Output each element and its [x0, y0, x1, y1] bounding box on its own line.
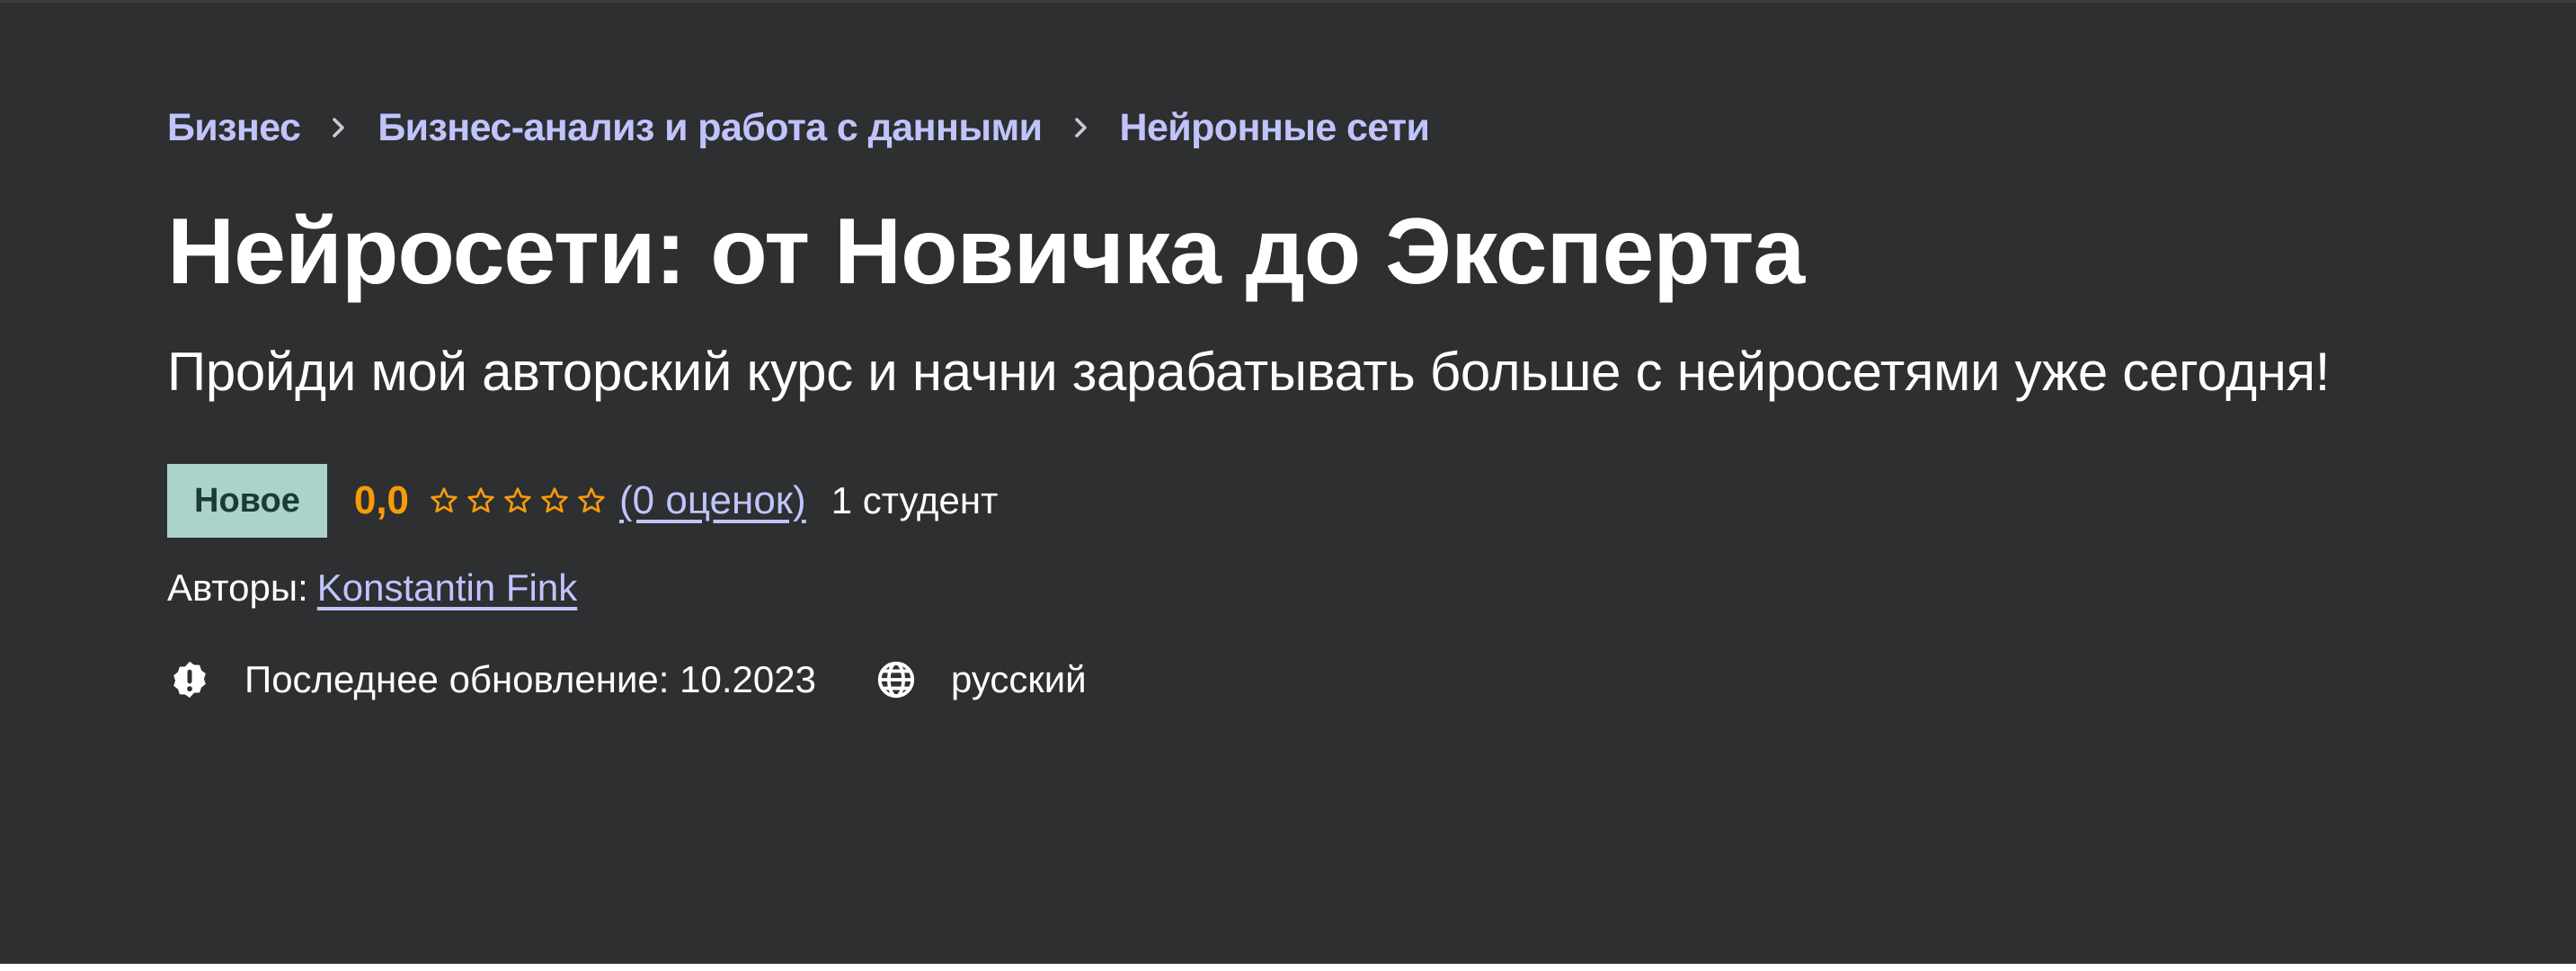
star-outline-icon	[431, 487, 457, 513]
star-outline-icon	[467, 487, 494, 513]
ratings-count-link[interactable]: (0 оценок)	[619, 478, 806, 523]
breadcrumb-item-business[interactable]: Бизнес	[167, 106, 301, 150]
alert-badge-icon	[167, 657, 212, 702]
chevron-right-icon	[300, 101, 378, 155]
star-outline-icon	[504, 487, 531, 513]
course-header: Бизнес Бизнес-анализ и работа с данными …	[0, 0, 2576, 964]
meta-row: Последнее обновление: 10.2023 русский	[167, 653, 2468, 707]
new-badge: Новое	[167, 464, 327, 538]
course-language: русский	[950, 658, 1087, 700]
authors-row: Авторы: Konstantin Fink	[167, 563, 2468, 613]
breadcrumb: Бизнес Бизнес-анализ и работа с данными …	[167, 101, 2468, 155]
star-outline-icon	[578, 487, 605, 513]
top-divider	[0, 0, 2576, 3]
students-count: 1 студент	[831, 479, 999, 521]
authors-label: Авторы:	[167, 566, 308, 609]
course-title: Нейросети: от Новичка до Эксперта	[167, 200, 1805, 304]
breadcrumb-item-neural-networks[interactable]: Нейронные сети	[1120, 106, 1430, 150]
breadcrumb-item-business-analytics[interactable]: Бизнес-анализ и работа с данными	[378, 106, 1043, 150]
course-header-content: Бизнес Бизнес-анализ и работа с данными …	[167, 101, 2468, 707]
author-link[interactable]: Konstantin Fink	[317, 566, 578, 610]
last-updated: Последнее обновление: 10.2023	[244, 658, 816, 700]
chevron-right-icon	[1043, 101, 1120, 155]
star-outline-icon	[541, 487, 568, 513]
rating-value: 0,0	[353, 478, 410, 522]
star-rating	[429, 486, 607, 516]
rating-row: Новое 0,0 (0 оценок) 1 студент	[167, 464, 2468, 538]
course-subtitle: Пройди мой авторский курс и начни зараба…	[167, 342, 2331, 402]
globe-icon	[874, 657, 919, 702]
